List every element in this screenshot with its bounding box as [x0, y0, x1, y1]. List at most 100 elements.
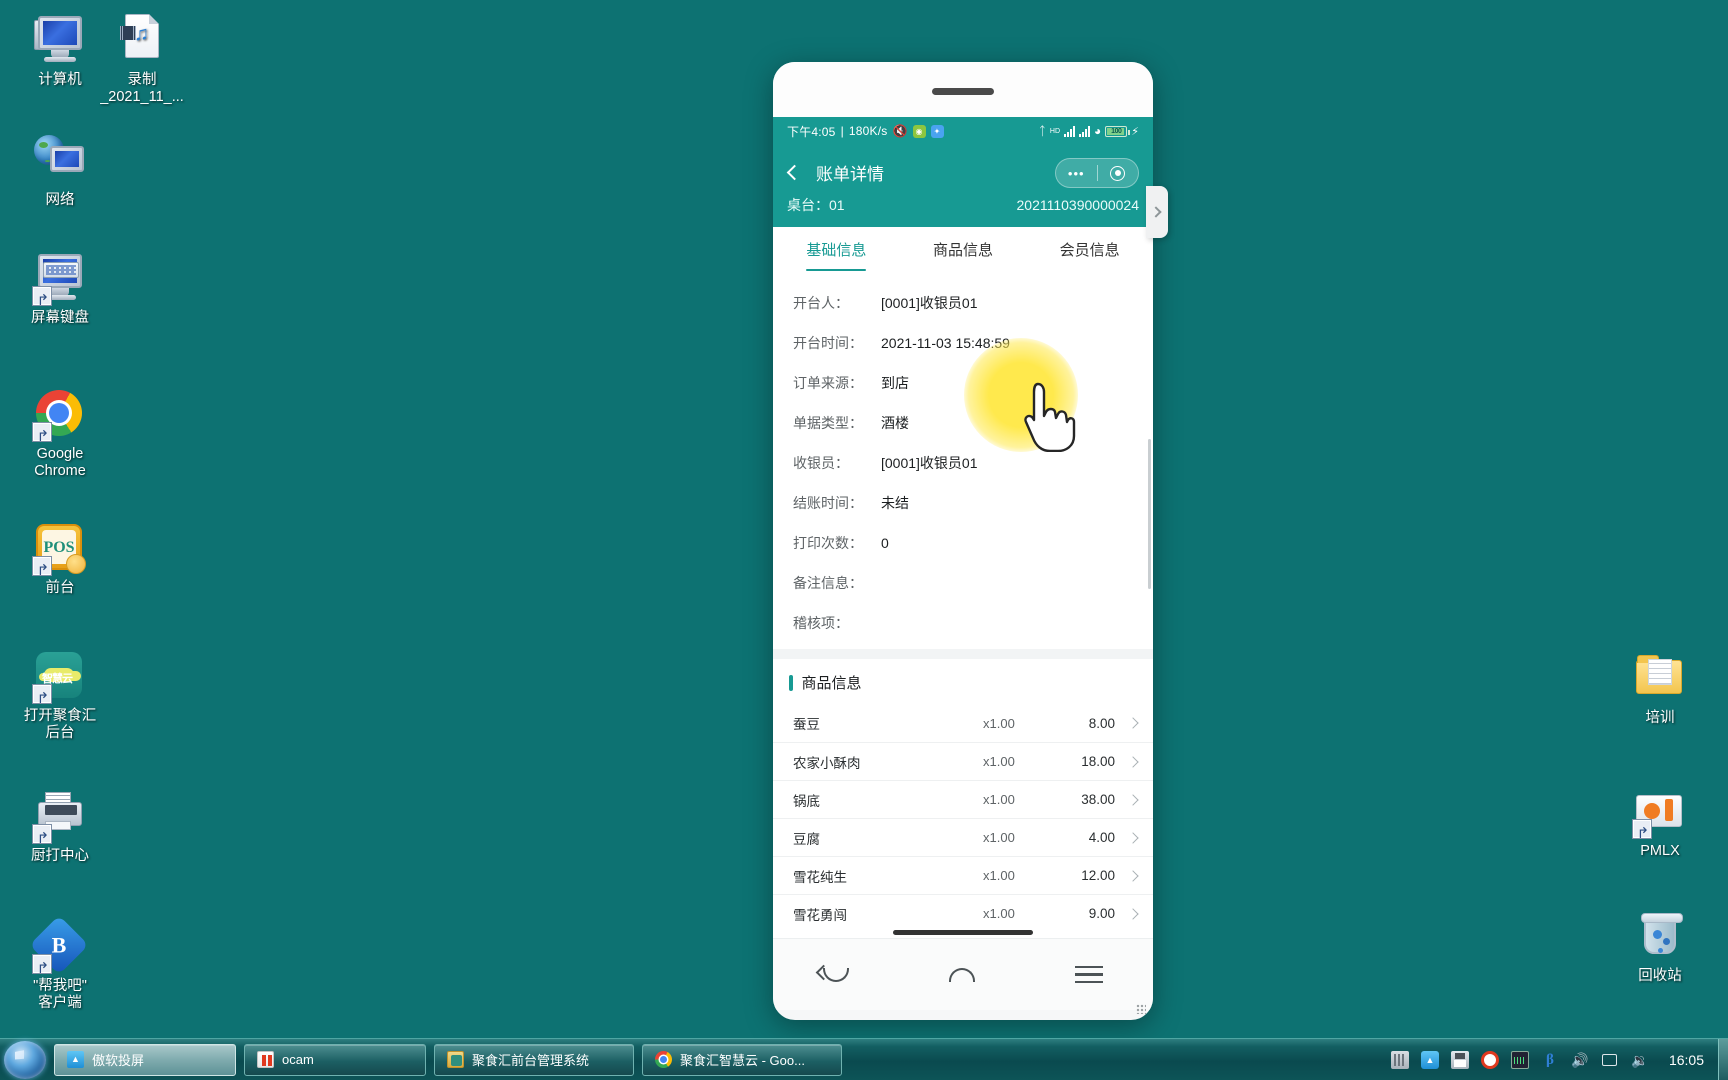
peek-chevron-right-icon [1149, 206, 1162, 218]
system-tray[interactable]: β 16:05 [1390, 1039, 1718, 1080]
basic-info-list: 开台人： [0001]收银员01 开台时间： 2021-11-03 15:48:… [773, 271, 1153, 649]
status-time: 下午4:05 [787, 124, 836, 139]
nav-home-icon[interactable] [949, 967, 975, 982]
taskbar-item-jushihui-cloud-chrome[interactable]: 聚食汇智慧云 - Goo... [642, 1043, 842, 1076]
goods-row[interactable]: 豆腐 x1.00 4.00 [773, 818, 1153, 856]
save-icon[interactable] [1450, 1050, 1469, 1069]
taskbar-item-ocam[interactable]: ocam [244, 1043, 426, 1076]
desktop-icon-pos-frontdesk[interactable]: POS 前台 [8, 522, 112, 597]
desktop-icon-recycle-bin[interactable]: 回收站 [1608, 910, 1712, 985]
goods-qty: x1.00 [983, 715, 1015, 731]
apowermirror-icon [67, 1051, 84, 1068]
goods-list[interactable]: 蚕豆 x1.00 8.00 农家小酥肉 x1.00 18.00 锅底 x1.00… [773, 704, 1153, 932]
taskbar-item-jushihui-pos[interactable]: 聚食汇前台管理系统 [434, 1043, 634, 1076]
folder-icon [1634, 652, 1686, 704]
network-icon[interactable] [1601, 1051, 1619, 1069]
desktop-icon-onscreen-keyboard[interactable]: 屏幕键盘 [8, 252, 112, 327]
hd-label: HD [1049, 127, 1061, 135]
menu-dots-icon[interactable]: ••• [1056, 166, 1097, 181]
jushihui-pos-icon [447, 1051, 464, 1068]
chevron-right-icon[interactable] [1127, 869, 1139, 882]
phone-speaker-icon [932, 88, 994, 95]
android-nav-bar[interactable] [773, 938, 1153, 1010]
ocam-icon [257, 1051, 274, 1068]
mini-program-capsule[interactable]: ••• [1055, 158, 1139, 188]
taskbar-item-apowermirror[interactable]: 傲软投屏 [54, 1043, 236, 1076]
recycle-bin-icon [1634, 910, 1686, 962]
desktop[interactable]: 计算机 ♫ 录制 _2021_11_... 网络 屏幕键盘 Google Chr… [0, 0, 1728, 1038]
help-client-icon: B [29, 915, 89, 975]
info-value: 未结 [881, 495, 909, 511]
desktop-icon-kitchen-print-center[interactable]: 厨打中心 [8, 790, 112, 865]
desktop-icon-open-jushihui-backend[interactable]: 智慧云 打开聚食汇 后台 [8, 650, 112, 742]
battery-icon: 100 [1105, 125, 1131, 137]
goods-row[interactable]: 农家小酥肉 x1.00 18.00 [773, 742, 1153, 780]
info-label: 稽核项： [793, 615, 849, 631]
goods-amount: 38.00 [1081, 792, 1115, 807]
speaker-icon[interactable] [1571, 1051, 1589, 1069]
detail-tabs[interactable]: 基础信息 商品信息 会员信息 [773, 227, 1153, 271]
computer-icon [34, 14, 86, 66]
baidu-icon[interactable]: β [1541, 1051, 1559, 1069]
goods-row[interactable]: 锅底 x1.00 38.00 [773, 780, 1153, 818]
chevron-right-icon[interactable] [1127, 755, 1139, 768]
taskbar[interactable]: 傲软投屏 ocam 聚食汇前台管理系统 聚食汇智慧云 - Goo... β 16… [0, 1038, 1728, 1080]
nav-menu-icon[interactable] [1075, 961, 1103, 989]
horizontal-drag-handle[interactable] [893, 930, 1033, 935]
start-button[interactable] [4, 1040, 46, 1079]
tab-basic-info[interactable]: 基础信息 [773, 227, 900, 271]
volume-icon[interactable] [1631, 1051, 1649, 1069]
goods-amount: 12.00 [1081, 868, 1115, 883]
info-label: 结账时间： [793, 495, 863, 511]
desktop-icon-label: 培训 [1645, 710, 1675, 726]
tab-goods-info[interactable]: 商品信息 [900, 227, 1027, 271]
resize-grip[interactable] [1136, 1004, 1146, 1014]
desktop-icon-training-folder[interactable]: 培训 [1608, 652, 1712, 727]
info-label: 订单来源： [793, 375, 863, 391]
target-circle-icon[interactable] [1098, 165, 1139, 181]
charging-bolt-icon: ⚡ [1131, 125, 1139, 138]
chevron-right-icon[interactable] [1127, 793, 1139, 806]
detail-scroll-area[interactable]: 开台人： [0001]收银员01 开台时间： 2021-11-03 15:48:… [773, 271, 1153, 938]
goods-name: 雪花勇闯 [793, 907, 847, 923]
chevron-right-icon[interactable] [1127, 717, 1139, 729]
vertical-scrollbar[interactable] [1148, 439, 1151, 589]
nav-back-icon[interactable] [823, 967, 849, 982]
desktop-icon-pmlx[interactable]: PMLX [1608, 785, 1712, 860]
chevron-right-icon[interactable] [1127, 907, 1139, 920]
goods-amount: 4.00 [1088, 830, 1115, 845]
taskbar-item-label: 聚食汇前台管理系统 [472, 1053, 590, 1068]
printer-icon [32, 790, 86, 844]
desktop-icon-network[interactable]: 网络 [8, 134, 112, 209]
info-row: 稽核项： [773, 603, 1153, 643]
desktop-icon-google-chrome[interactable]: Google Chrome [8, 388, 112, 480]
on-screen-keyboard-icon [32, 252, 86, 306]
apowermirror-tray-icon[interactable] [1420, 1050, 1439, 1069]
mute-icon: 🔇 [892, 124, 908, 138]
goods-row[interactable]: 雪花勇闯 x1.00 9.00 [773, 894, 1153, 932]
desktop-icon-label: 回收站 [1638, 968, 1682, 984]
side-peek-panel[interactable] [1146, 186, 1168, 238]
clock[interactable]: 16:05 [1661, 1052, 1712, 1068]
desktop-icon-recording-file[interactable]: ♫ 录制 _2021_11_... [90, 14, 194, 106]
chevron-right-icon[interactable] [1127, 831, 1139, 844]
blue-app-badge-icon: ✦ [930, 124, 944, 138]
info-row: 收银员： [0001]收银员01 [773, 443, 1153, 483]
goods-row[interactable]: 雪花纯生 x1.00 12.00 [773, 856, 1153, 894]
goods-row[interactable]: 蚕豆 x1.00 8.00 [773, 704, 1153, 742]
desktop-icon-bangwoba-client[interactable]: B "帮我吧" 客户端 [8, 915, 112, 1012]
info-value: [0001]收银员01 [881, 455, 978, 471]
goods-qty: x1.00 [983, 830, 1015, 845]
info-row: 订单来源： 到店 [773, 363, 1153, 403]
info-label: 备注信息： [793, 575, 863, 591]
phone-mirror-window[interactable]: 下午4:05 | 180K/s 🔇 ◉ ✦ ᛏ HD ◕ 100 ⚡ 账单详情 … [773, 62, 1153, 1020]
keyboard-icon[interactable] [1390, 1050, 1409, 1069]
section-title: 商品信息 [801, 675, 862, 692]
info-label: 收银员： [793, 455, 849, 471]
monitor-icon[interactable] [1510, 1050, 1529, 1069]
show-desktop-button[interactable] [1718, 1038, 1728, 1080]
back-chevron-icon[interactable] [786, 164, 803, 180]
record-icon[interactable] [1480, 1050, 1499, 1069]
desktop-icon-label: "帮我吧" 客户端 [33, 978, 87, 1011]
tab-member-info[interactable]: 会员信息 [1026, 227, 1153, 271]
